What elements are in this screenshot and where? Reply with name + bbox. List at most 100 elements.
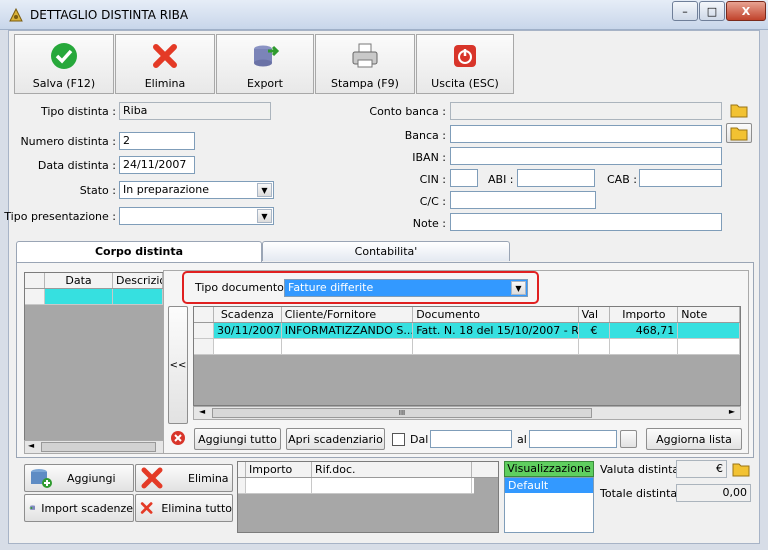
cin-field[interactable] (450, 169, 478, 187)
folder-icon[interactable] (730, 102, 748, 118)
row-documento: Fatt. N. 18 del 15/10/2007 - Rif.... (413, 323, 579, 338)
cc-field[interactable] (450, 191, 596, 209)
print-label: Stampa (F9) (331, 77, 399, 90)
column-header-data[interactable]: Data (45, 273, 113, 288)
totale-distinta-label: Totale distinta : (600, 487, 685, 500)
abi-field[interactable] (517, 169, 595, 187)
cab-label: CAB : (607, 173, 637, 186)
stato-label: Stato : (79, 184, 116, 197)
visualizzazione-list[interactable]: Default (504, 477, 594, 533)
elimina-tutto-button[interactable]: Elimina tutto (135, 494, 233, 522)
chevron-down-icon[interactable]: ▼ (511, 281, 526, 295)
note-field[interactable] (450, 213, 722, 231)
exit-button[interactable]: Uscita (ESC) (416, 34, 514, 94)
note-label: Note : (412, 217, 446, 230)
iban-label: IBAN : (412, 151, 446, 164)
aggiungi-tutto-button[interactable]: Aggiungi tutto (194, 428, 281, 450)
elimina-label: Elimina (188, 471, 229, 485)
add-record-icon (31, 469, 52, 488)
column-header-cliente[interactable]: Cliente/Fornitore (282, 307, 414, 322)
column-header-val[interactable]: Val (579, 307, 611, 322)
folder-icon (730, 127, 748, 141)
al-date-field[interactable] (529, 430, 617, 448)
tipo-presentazione-label: Tipo presentazione : (4, 210, 116, 223)
x-icon (141, 467, 163, 489)
iban-field[interactable] (450, 147, 722, 165)
dal-label: Dal (410, 433, 429, 446)
title-bar[interactable]: DETTAGLIO DISTINTA RIBA – □ X (0, 0, 768, 30)
dal-date-field[interactable] (430, 430, 512, 448)
conto-banca-label: Conto banca : (369, 105, 446, 118)
left-grid[interactable]: Data Descrizio (24, 272, 164, 454)
exit-label: Uscita (ESC) (431, 77, 499, 90)
table-row[interactable]: 30/11/2007 INFORMATIZZANDO S... Fatt. N.… (194, 323, 740, 339)
column-header-importo[interactable]: Importo (610, 307, 679, 322)
abi-label: ABI : (488, 173, 514, 186)
save-label: Salva (F12) (32, 77, 96, 90)
scroll-left-icon[interactable]: ◄ (199, 407, 205, 416)
cin-label: CIN : (419, 173, 446, 186)
totale-distinta-field: 0,00 (676, 484, 751, 502)
stato-select[interactable]: In preparazione ▼ (119, 181, 274, 199)
cab-field[interactable] (639, 169, 722, 187)
x-icon (153, 44, 177, 68)
elimina-tutto-label: Elimina tutto (161, 501, 232, 515)
apri-scadenziario-button[interactable]: Apri scadenziario (286, 428, 385, 450)
tipo-documento-select[interactable]: Fatture differite ▼ (284, 279, 528, 297)
export-label: Export (246, 77, 283, 90)
maximize-button[interactable]: □ (699, 1, 725, 21)
import-icon (29, 505, 36, 510)
tipo-presentazione-select[interactable]: ▼ (119, 207, 274, 225)
tab-contabilita[interactable]: Contabilita' (262, 241, 510, 261)
tab-corpo-distinta[interactable]: Corpo distinta (16, 241, 262, 263)
column-header-rif-doc[interactable]: Rif.doc. (312, 462, 472, 477)
list-item[interactable]: Default (505, 478, 593, 493)
printer-icon (352, 43, 378, 68)
import-scadenze-button[interactable]: Import scadenze (24, 494, 134, 522)
elimina-button[interactable]: Elimina (135, 464, 233, 492)
scroll-left-icon[interactable]: ◄ (28, 441, 34, 450)
column-header-scadenza[interactable]: Scadenza (214, 307, 282, 322)
dal-checkbox[interactable] (392, 433, 405, 446)
banca-label: Banca : (404, 129, 446, 142)
column-header-descrizione[interactable]: Descrizio (113, 273, 163, 288)
folder-icon[interactable] (732, 461, 750, 477)
stato-value: In preparazione (123, 183, 210, 196)
numero-distinta-field[interactable]: 2 (119, 132, 195, 150)
save-button[interactable]: Salva (F12) (14, 34, 114, 94)
documents-grid[interactable]: Scadenza Cliente/Fornitore Documento Val… (193, 306, 741, 406)
left-grid-hscrollbar[interactable]: ◄ (24, 440, 164, 454)
documents-hscrollbar[interactable]: ◄ III ► (193, 406, 741, 420)
chevron-down-icon[interactable]: ▼ (257, 183, 272, 197)
row-scadenza: 30/11/2007 (213, 323, 282, 338)
aggiungi-button[interactable]: Aggiungi (24, 464, 134, 492)
cancel-icon[interactable] (170, 430, 186, 446)
close-button[interactable]: X (726, 1, 766, 21)
data-distinta-label: Data distinta : (37, 159, 116, 172)
aggiorna-lista-button[interactable]: Aggiorna lista (646, 428, 742, 450)
data-distinta-field[interactable]: 24/11/2007 (119, 156, 195, 174)
collapse-button[interactable]: << (168, 306, 188, 424)
table-row-new[interactable] (194, 339, 740, 355)
scroll-thumb[interactable]: III (212, 408, 592, 418)
column-header-note[interactable]: Note (678, 307, 740, 322)
al-label: al (517, 433, 527, 446)
chevron-down-icon[interactable]: ▼ (257, 209, 272, 223)
banca-field[interactable] (450, 125, 722, 143)
banca-browse-button[interactable] (726, 123, 752, 143)
scroll-right-icon[interactable]: ► (729, 407, 735, 416)
column-header-importo[interactable]: Importo (246, 462, 312, 477)
column-header-documento[interactable]: Documento (413, 307, 579, 322)
check-icon (51, 43, 77, 69)
riferimenti-grid[interactable]: Importo Rif.doc. (237, 461, 499, 533)
window-title: DETTAGLIO DISTINTA RIBA (30, 8, 189, 22)
tipo-documento-value: Fatture differite (288, 281, 374, 294)
row-cliente: INFORMATIZZANDO S... (281, 323, 414, 338)
export-button[interactable]: Export (216, 34, 314, 94)
valuta-distinta-field: € (676, 460, 727, 478)
import-scadenze-label: Import scadenze (41, 501, 133, 515)
date-picker-button[interactable] (620, 430, 637, 448)
delete-button[interactable]: Elimina (115, 34, 215, 94)
print-button[interactable]: Stampa (F9) (315, 34, 415, 94)
minimize-button[interactable]: – (672, 1, 698, 21)
